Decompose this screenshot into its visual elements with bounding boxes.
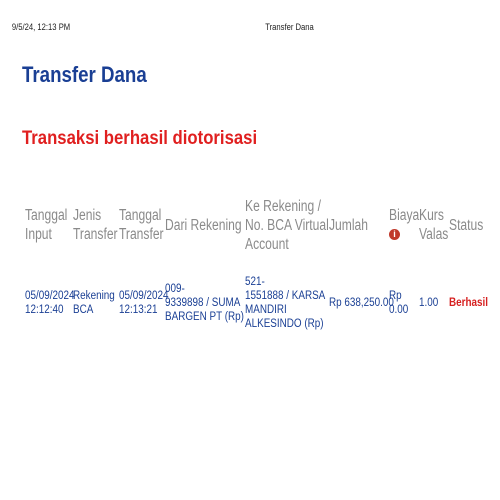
- transaction-table-container: Tanggal Input Jenis Transfer Tanggal Tra…: [24, 190, 500, 350]
- header-status: Status: [449, 216, 484, 234]
- cell-kurs-valas: 1.00: [419, 297, 439, 309]
- cell-biaya: Rp 0.00: [389, 290, 409, 316]
- print-page-title: Transfer Dana: [265, 22, 314, 32]
- header-kurs-valas: Kurs Valas: [419, 207, 449, 243]
- print-datetime: 9/5/24, 12:13 PM: [11, 22, 71, 32]
- status-badge: Berhasil: [449, 297, 489, 309]
- header-ke-rekening: Ke Rekening / No. BCA Virtual Account: [245, 197, 329, 253]
- cell-jumlah: Rp 638,250.00: [329, 297, 394, 309]
- print-header: 9/5/24, 12:13 PM Transfer Dana: [0, 22, 425, 36]
- page-title: Transfer Dana: [22, 62, 147, 87]
- header-tanggal-transfer: Tanggal Transfer: [119, 207, 164, 243]
- header-biaya: Biaya i: [389, 207, 420, 241]
- info-icon[interactable]: i: [389, 229, 400, 241]
- header-tanggal-input: Tanggal Input: [25, 207, 68, 243]
- cell-status: Berhasil: [448, 260, 500, 346]
- success-message: Transaksi berhasil diotorisasi: [22, 128, 258, 149]
- cell-jenis-transfer: Rekening BCA: [73, 290, 115, 316]
- cell-tanggal-transfer: 05/09/2024 12:13:21: [119, 290, 169, 316]
- cell-dari-rekening: 009- 9339898 / SUMA BARGEN PT (Rp): [165, 283, 244, 323]
- header-dari-rekening: Dari Rekening: [165, 216, 242, 234]
- transaction-table: Tanggal Input Jenis Transfer Tanggal Tra…: [24, 190, 500, 346]
- table-row: 05/09/2024 12:12:40 Rekening BCA 05/09/2…: [24, 260, 500, 346]
- header-jumlah: Jumlah: [329, 216, 368, 234]
- cell-ke-rekening: 521- 1551888 / KARSA MANDIRI ALKESINDO (…: [245, 276, 326, 330]
- table-header-row: Tanggal Input Jenis Transfer Tanggal Tra…: [24, 190, 500, 260]
- cell-tanggal-input: 05/09/2024 12:12:40: [25, 290, 75, 316]
- header-jenis-transfer: Jenis Transfer: [73, 207, 118, 243]
